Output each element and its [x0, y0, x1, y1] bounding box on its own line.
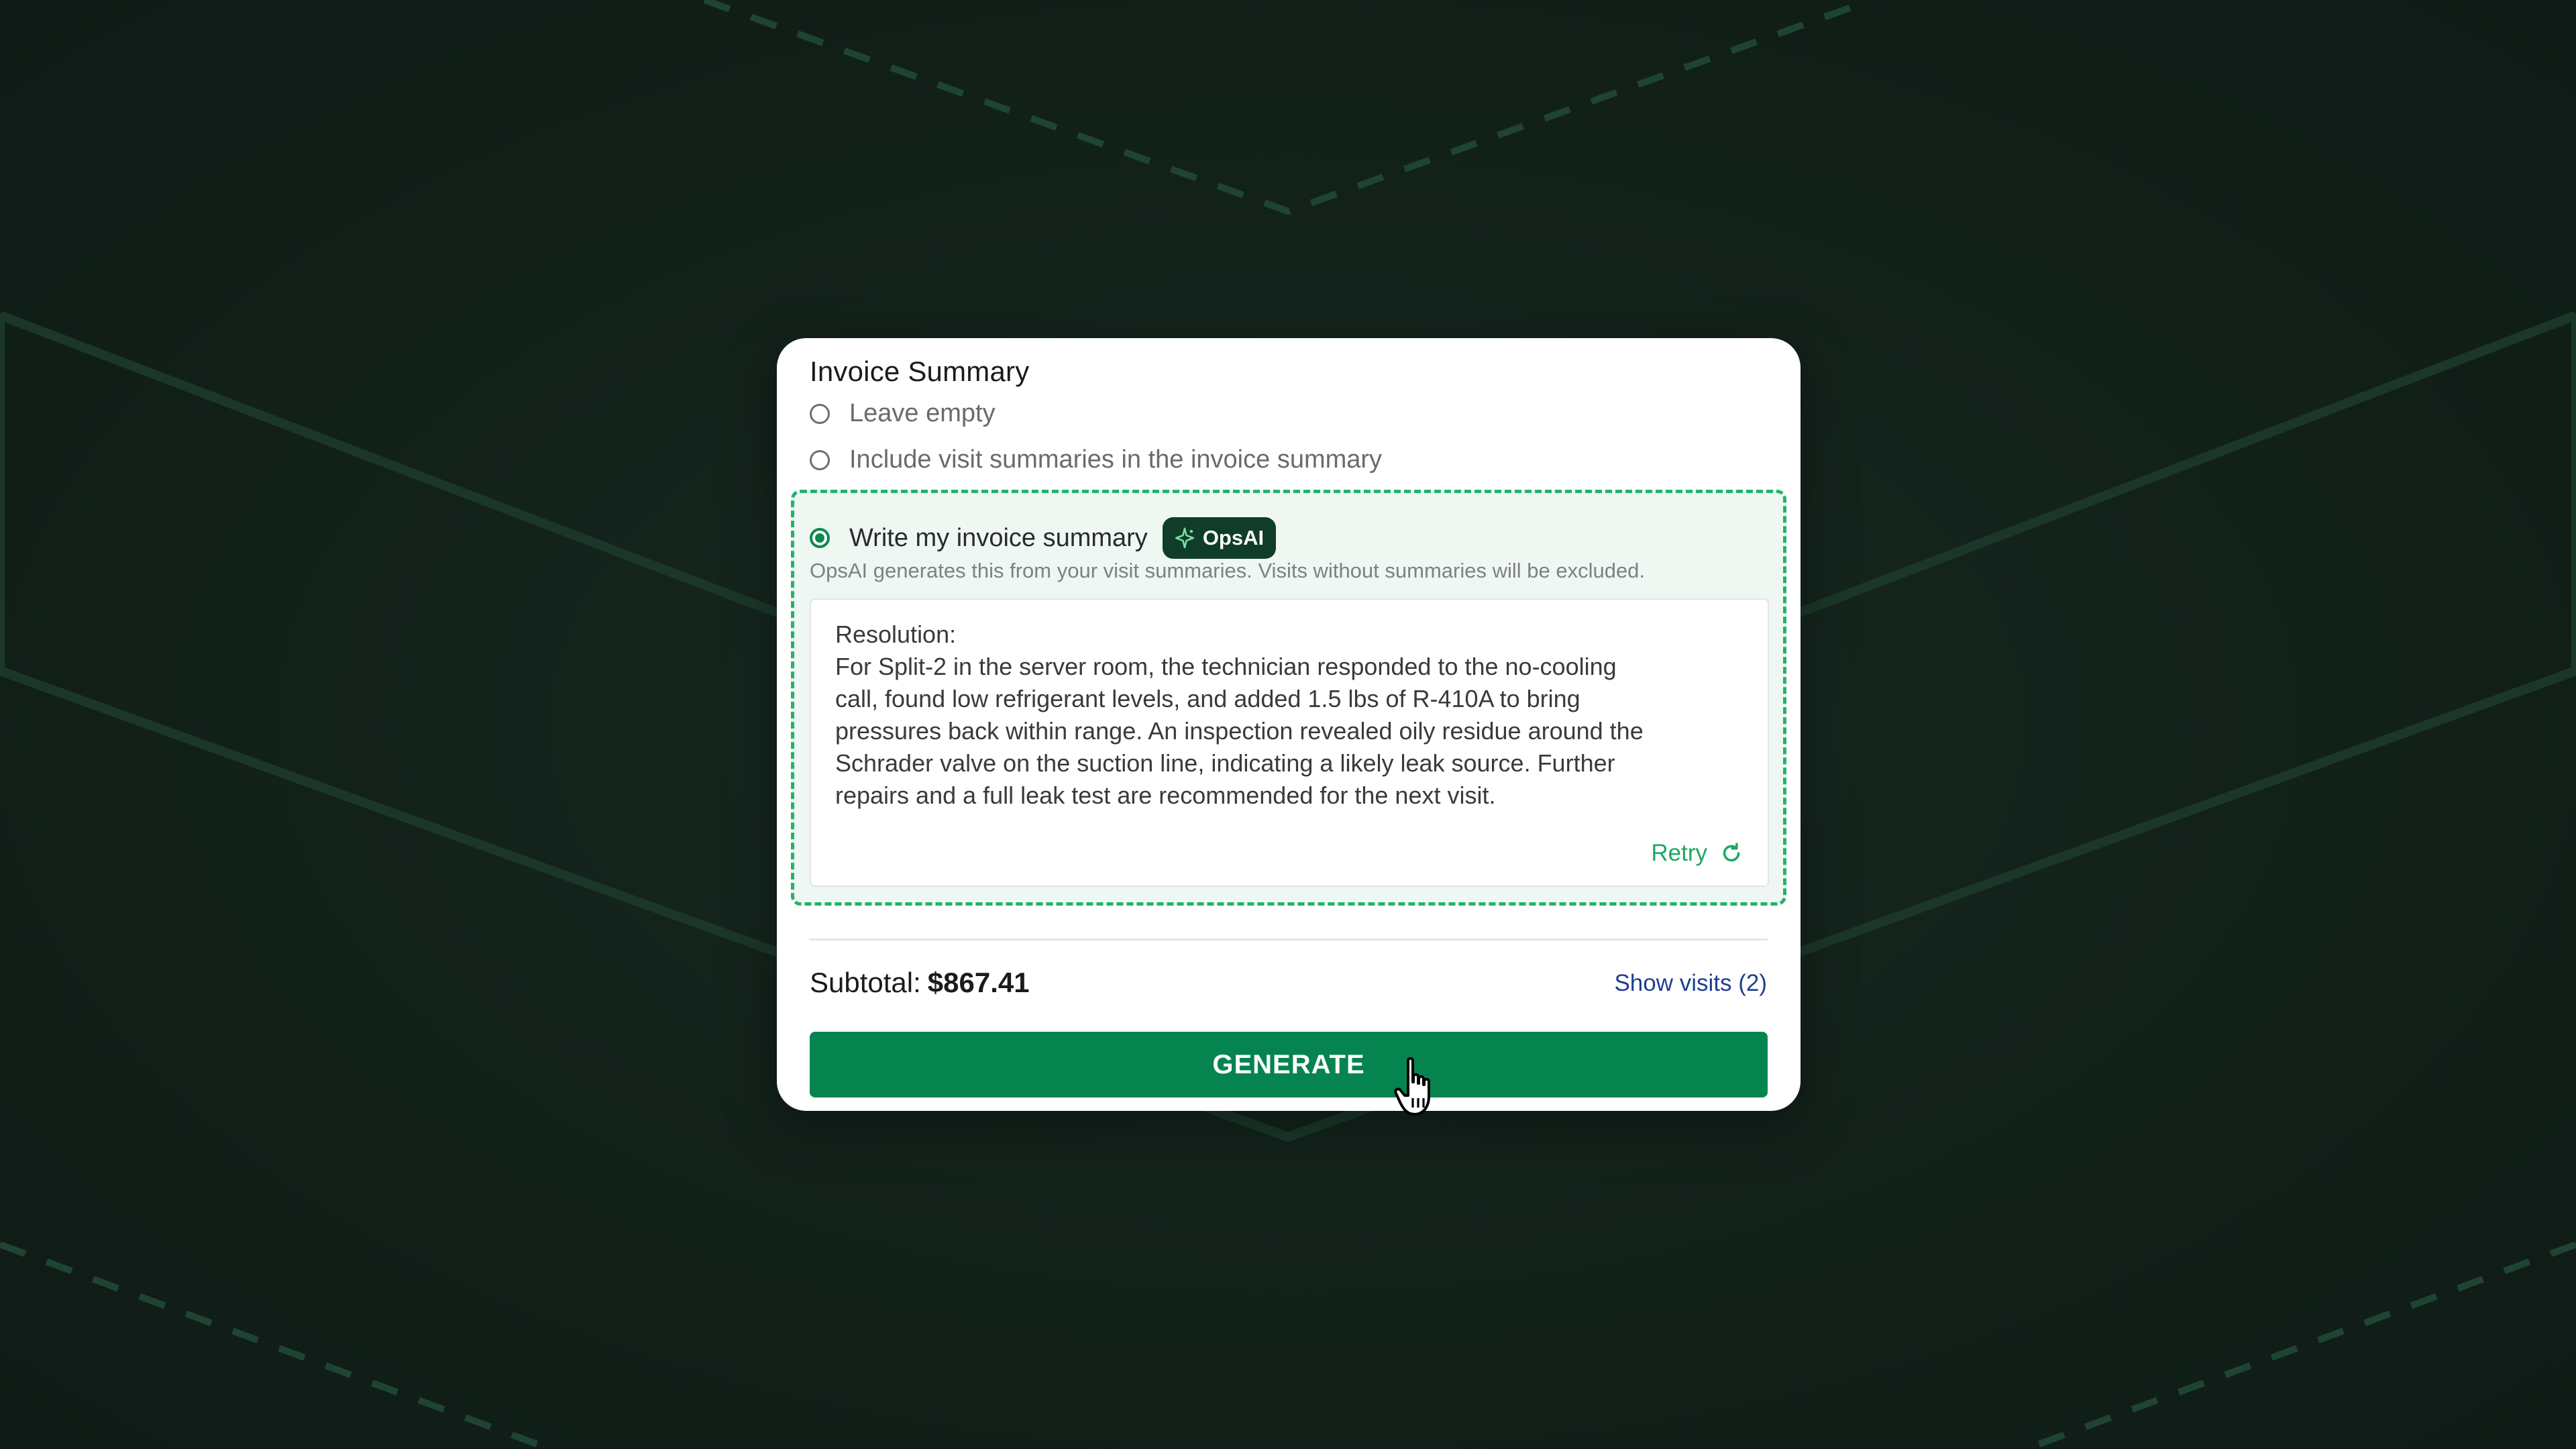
retry-label: Retry	[1651, 840, 1707, 866]
summary-heading: Resolution:	[835, 621, 957, 648]
option-leave-empty[interactable]: Leave empty	[810, 399, 996, 428]
summary-line: call, found low refrigerant levels, and …	[835, 685, 1580, 712]
option-include-visit-summaries[interactable]: Include visit summaries in the invoice s…	[810, 445, 1382, 474]
summary-textarea[interactable]: Resolution: For Split-2 in the server ro…	[810, 598, 1769, 887]
invoice-summary-card: Invoice Summary Leave empty Include visi…	[777, 338, 1801, 1111]
refresh-icon	[1723, 843, 1740, 862]
summary-line: repairs and a full leak test are recomme…	[835, 782, 1496, 809]
radio-leave-empty[interactable]	[810, 403, 830, 424]
background-stage: Invoice Summary Leave empty Include visi…	[0, 0, 2576, 1449]
hand-pointer-icon	[1394, 1057, 1430, 1116]
badge-label: OpsAI	[1202, 526, 1265, 549]
option-label: Leave empty	[849, 399, 996, 427]
ai-hint-text: OpsAI generates this from your visit sum…	[810, 559, 1646, 582]
summary-line: Schrader valve on the suction line, indi…	[835, 749, 1615, 777]
summary-line: pressures back within range. An inspecti…	[835, 717, 1644, 745]
card-title: Invoice Summary	[810, 356, 1030, 387]
option-write-summary[interactable]: Write my invoice summary OpsAI	[810, 517, 1277, 559]
radio-include-visit-summaries[interactable]	[810, 449, 830, 470]
subtotal-amount: $867.41	[927, 967, 1030, 998]
subtotal: Subtotal: $867.41	[810, 967, 1030, 999]
sparkle-icon	[1175, 527, 1194, 549]
option-label: Include visit summaries in the invoice s…	[849, 445, 1383, 474]
ai-summary-section: Write my invoice summary OpsAI OpsAI gen…	[791, 490, 1786, 906]
subtotal-label: Subtotal:	[810, 967, 921, 998]
opsai-badge: OpsAI	[1162, 517, 1277, 559]
radio-write-summary[interactable]	[810, 528, 830, 548]
option-label: Write my invoice summary	[849, 523, 1148, 552]
divider	[810, 938, 1768, 941]
summary-line: For Split-2 in the server room, the tech…	[835, 653, 1617, 680]
show-visits-link[interactable]: Show visits (2)	[1614, 970, 1767, 997]
generate-button[interactable]: GENERATE	[810, 1032, 1768, 1097]
retry-button[interactable]: Retry	[1651, 840, 1743, 867]
